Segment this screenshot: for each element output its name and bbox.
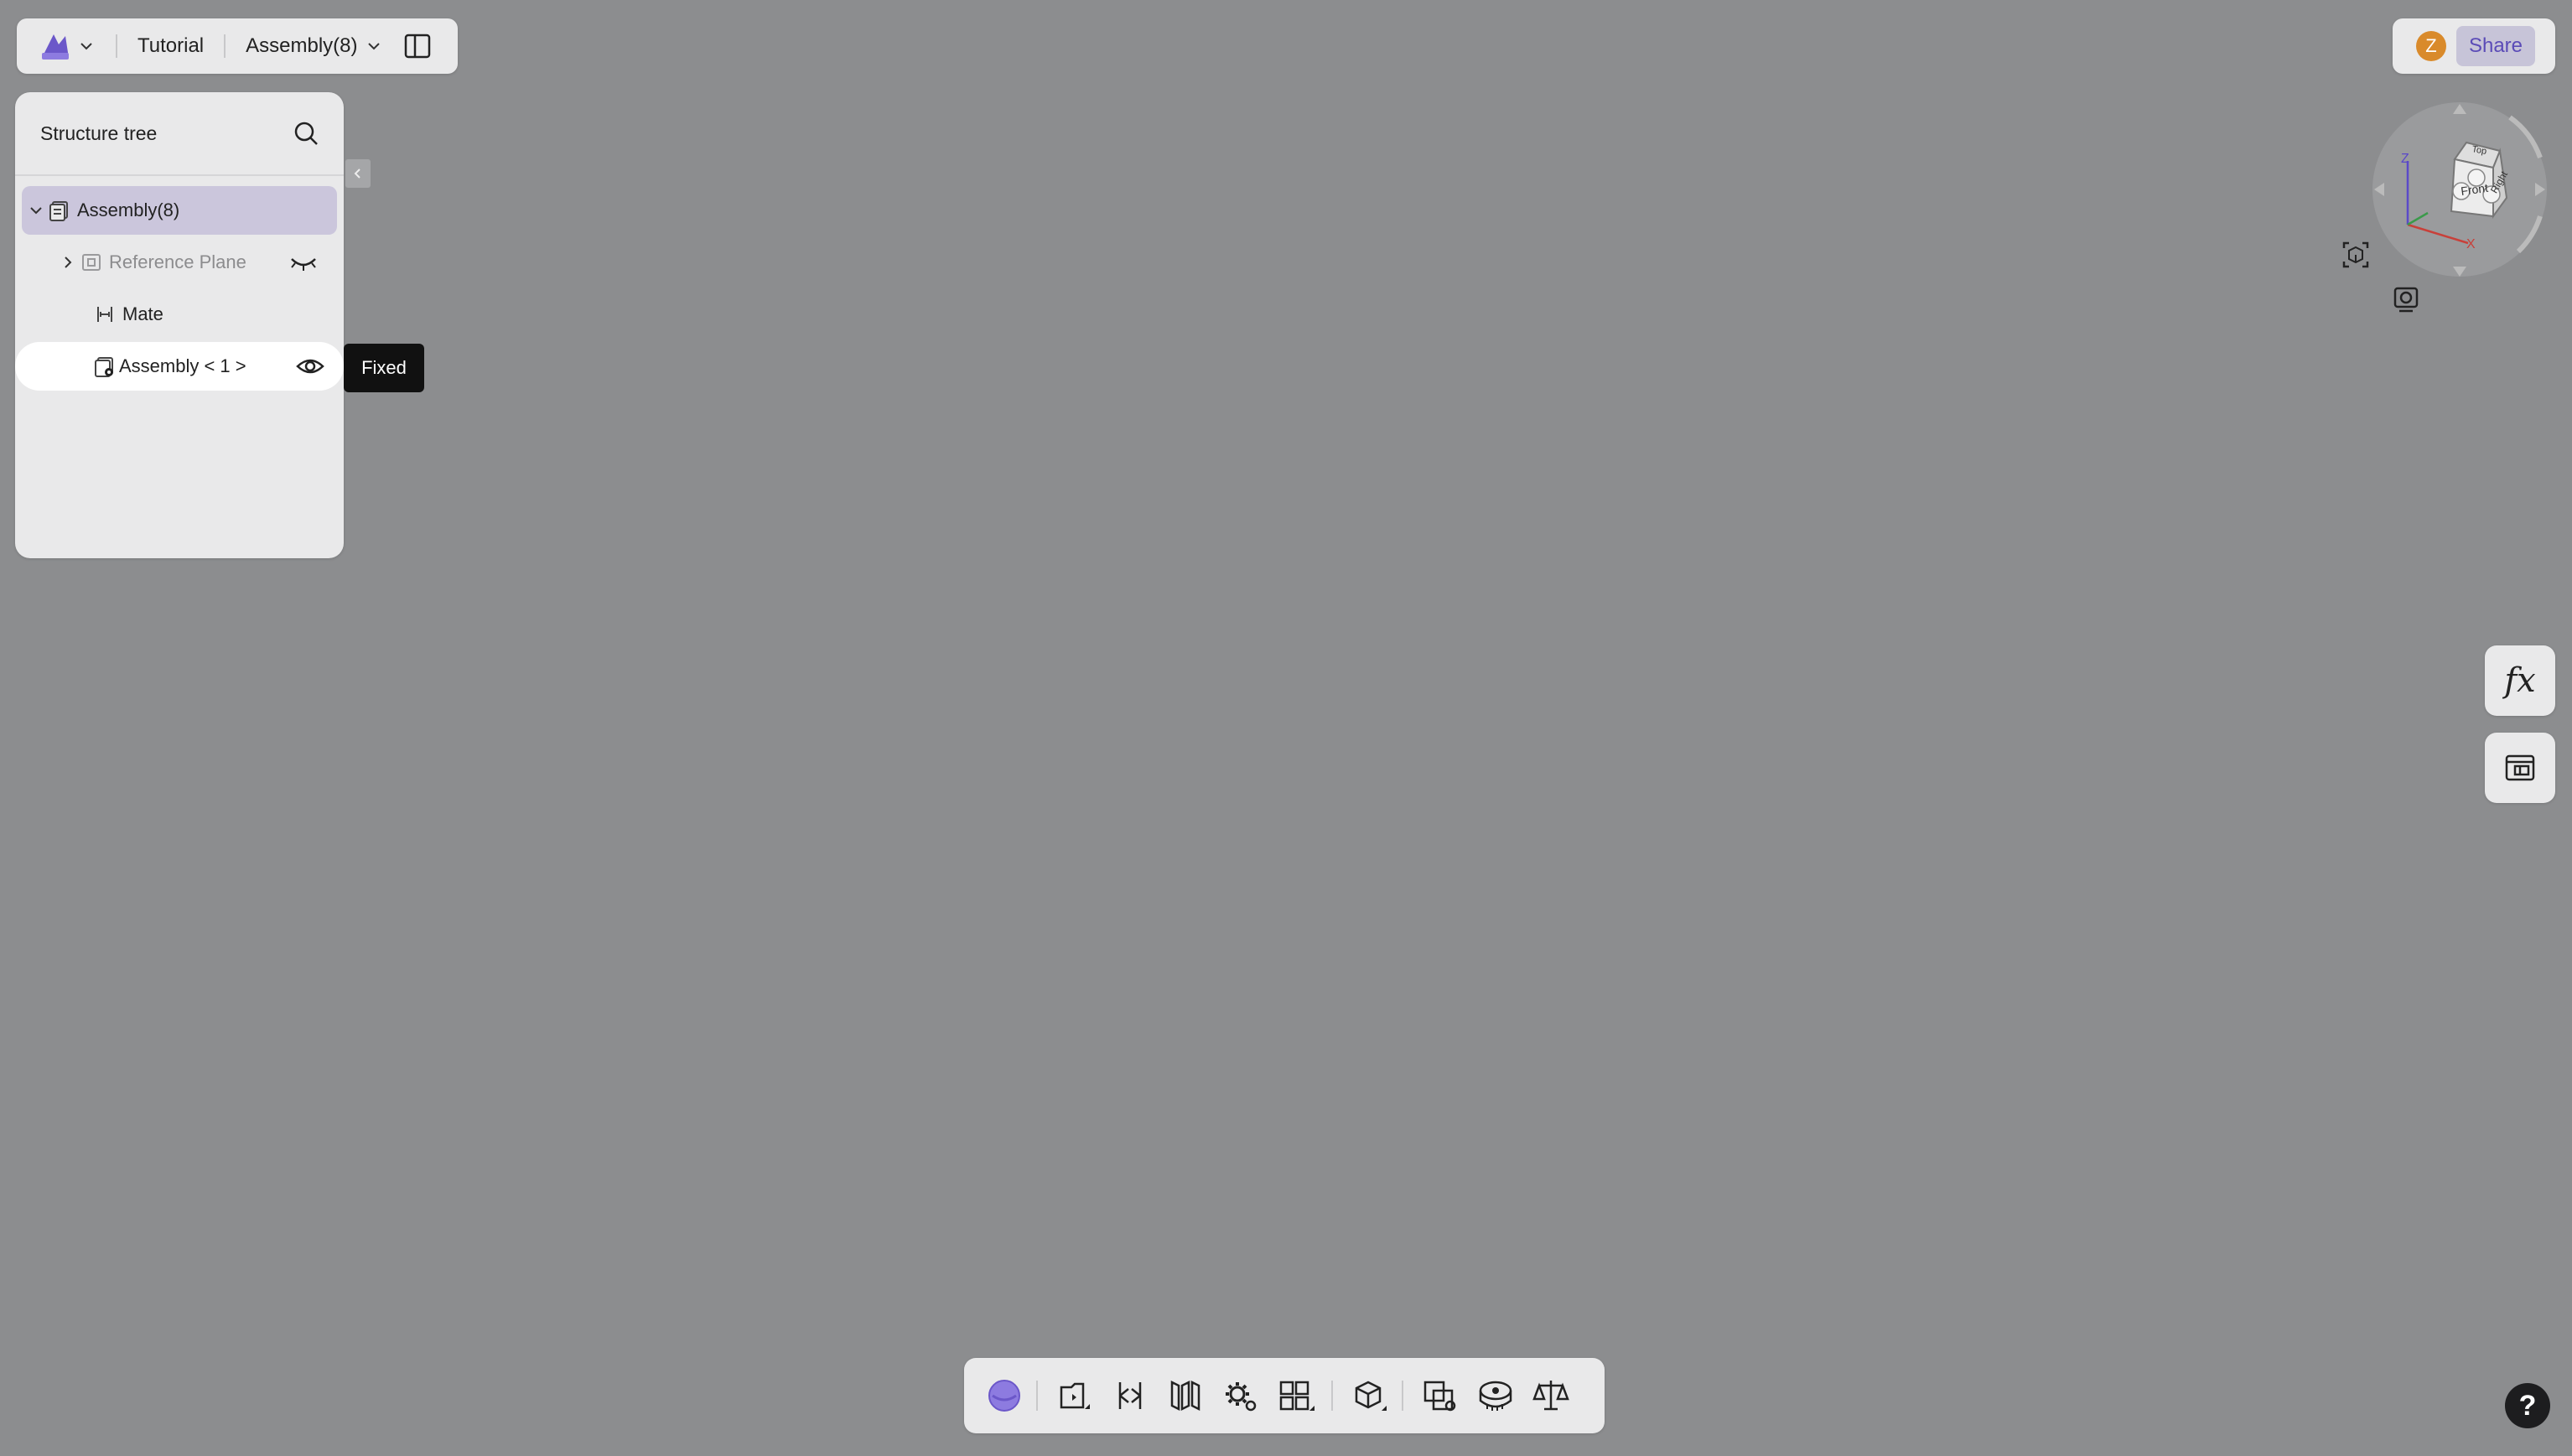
toggle-panel-icon[interactable]	[403, 32, 432, 60]
reference-plane-icon	[80, 251, 102, 273]
search-icon[interactable]	[292, 119, 320, 148]
help-button[interactable]: ?	[2505, 1383, 2550, 1428]
view-box-icon[interactable]	[1350, 1376, 1390, 1416]
divider	[1036, 1381, 1038, 1411]
interference-check-icon[interactable]	[1420, 1376, 1460, 1416]
bottom-toolbar	[964, 1358, 1605, 1433]
chevron-down-icon[interactable]	[27, 201, 45, 220]
axis-x-label: X	[2466, 237, 2476, 251]
fx-icon: fx	[2504, 661, 2536, 700]
chevron-down-icon	[365, 37, 383, 55]
tree-item-label: Reference Plane	[109, 251, 246, 272]
gear-icon[interactable]	[1221, 1376, 1261, 1416]
insert-part-icon[interactable]	[1055, 1376, 1095, 1416]
mate-tool-icon[interactable]	[1110, 1376, 1150, 1416]
pattern-icon[interactable]	[1276, 1376, 1316, 1416]
measure-tape-icon[interactable]	[1475, 1376, 1516, 1416]
distance-mate-icon[interactable]	[1165, 1376, 1206, 1416]
view-cube[interactable]: Front Right Top Z X	[2367, 91, 2552, 285]
tree-item-assembly-root[interactable]: Assembly(8)	[22, 186, 337, 235]
axis-z-label: Z	[2401, 152, 2409, 166]
app-logo-icon[interactable]	[37, 28, 74, 65]
chevron-left-icon	[350, 166, 366, 181]
mass-properties-icon[interactable]	[1531, 1376, 1571, 1416]
fit-view-icon[interactable]	[2339, 238, 2372, 272]
chevron-right-icon[interactable]	[59, 253, 77, 272]
tree-item-mate[interactable]: Mate	[22, 290, 337, 339]
fixed-assembly-icon	[94, 355, 116, 377]
orbit-mode-icon[interactable]	[984, 1376, 1024, 1416]
tree-header: Structure tree	[15, 92, 344, 176]
top-toolbar: Tutorial Assembly(8)	[17, 18, 458, 74]
top-right-bar: Z Share	[2393, 18, 2555, 74]
properties-panel-button[interactable]	[2485, 733, 2555, 803]
table-panel-icon	[2503, 751, 2537, 785]
camera-view-icon[interactable]	[2389, 283, 2423, 317]
tree-item-reference-plane[interactable]: Reference Plane	[22, 238, 337, 287]
eye-icon[interactable]	[295, 355, 325, 378]
document-name-dropdown[interactable]: Assembly(8)	[246, 34, 382, 58]
avatar[interactable]: Z	[2416, 31, 2446, 61]
tree-item-label: Assembly(8)	[77, 199, 180, 220]
chevron-down-icon[interactable]	[77, 37, 96, 55]
document-name: Assembly(8)	[246, 34, 358, 57]
assembly-icon	[49, 199, 70, 221]
tree-item-label: Mate	[122, 303, 163, 324]
divider	[1402, 1381, 1403, 1411]
formula-button[interactable]: fx	[2485, 645, 2555, 716]
tree-title: Structure tree	[40, 122, 158, 144]
divider	[1331, 1381, 1333, 1411]
mate-icon	[94, 303, 116, 325]
tree-item-label: Assembly < 1 >	[119, 355, 246, 376]
structure-tree-panel: Structure tree Assembly(8) Reference Pla…	[15, 92, 344, 558]
divider	[116, 34, 117, 58]
eye-closed-icon[interactable]	[288, 251, 319, 274]
collapse-panel-button[interactable]	[345, 159, 371, 188]
tree-item-assembly-1[interactable]: Assembly < 1 >	[15, 342, 344, 391]
divider	[224, 34, 226, 58]
share-button[interactable]: Share	[2456, 26, 2535, 66]
breadcrumb-tutorial[interactable]: Tutorial	[137, 34, 204, 58]
tooltip: Fixed	[344, 344, 424, 392]
